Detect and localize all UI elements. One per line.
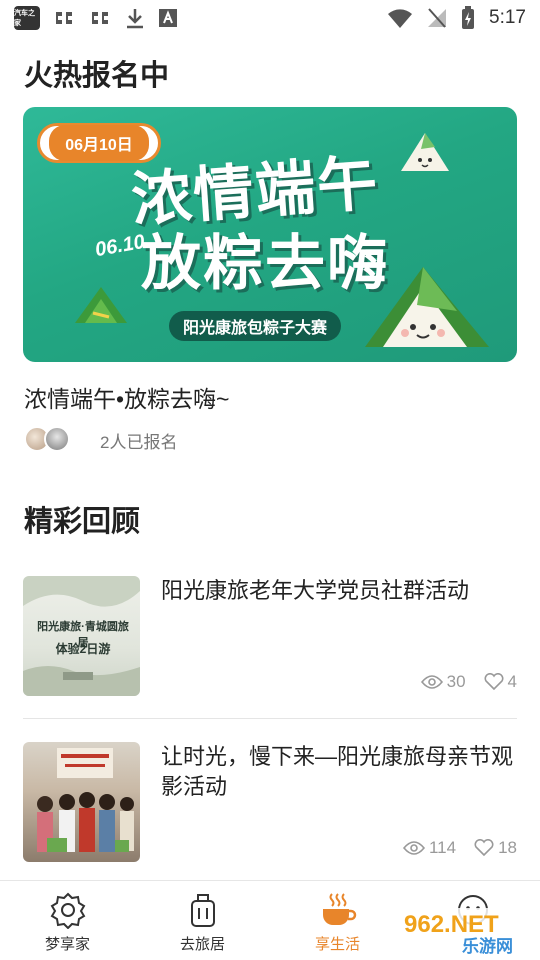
banner-headline-2: 放粽去嗨 (141, 229, 389, 299)
tab-label: 享生活 (314, 936, 360, 953)
review-section-title: 精彩回顾 (24, 506, 141, 538)
tab-label: 梦享家 (44, 936, 90, 953)
event-banner[interactable]: 06月10日 浓情端午 放粽去嗨 06.10 阳光康旅包粽子大赛 (23, 107, 517, 362)
font-a-icon (159, 9, 177, 27)
site-watermark-logo: 962.NET 乐游网 (400, 908, 536, 956)
wifi-icon (388, 9, 413, 28)
divider (23, 718, 517, 719)
eye-icon (402, 841, 425, 855)
gear-icon (50, 892, 85, 929)
no-signal-icon (428, 8, 447, 28)
list-item[interactable]: 阳光康旅·青城圆旅居 体验2日游 阳光康旅老年大学党员社群活动 30 4 (23, 576, 517, 698)
tab-enjoy-life[interactable]: 享生活 (270, 881, 405, 960)
heart-icon[interactable] (484, 673, 504, 691)
app-notification-icon: 汽车之家 (14, 6, 40, 30)
like-count: 18 (498, 838, 517, 857)
bug-icon (92, 12, 108, 24)
battery-charging-icon (462, 6, 475, 29)
banner-date-art: 06.10 (93, 230, 147, 262)
item-stats: 114 18 (393, 838, 517, 858)
item-title: 阳光康旅老年大学党员社群活动 (161, 578, 470, 603)
svg-text:962.NET: 962.NET (404, 911, 499, 938)
avatar (44, 426, 70, 452)
banner-subtitle: 阳光康旅包粽子大赛 (169, 311, 342, 341)
view-count: 114 (428, 838, 457, 857)
status-bar: 汽车之家 5:17 (0, 0, 540, 36)
coffee-cup-icon (322, 893, 356, 925)
svg-text:乐游网: 乐游网 (462, 936, 513, 956)
list-item[interactable]: 让时光，慢下来—阳光康旅母亲节观影活动 114 18 (23, 742, 517, 864)
tab-dream-home[interactable]: 梦享家 (0, 881, 135, 960)
item-thumbnail: 阳光康旅·青城圆旅居 体验2日游 (23, 576, 140, 696)
signup-count: 2人已报名 (100, 433, 178, 452)
download-icon (127, 9, 143, 29)
participant-avatars (24, 426, 74, 452)
view-count: 30 (446, 672, 466, 691)
item-thumbnail (23, 742, 140, 862)
eye-icon (420, 675, 443, 689)
zongzi-leaf-icon (75, 287, 127, 323)
tab-travel[interactable]: 去旅居 (135, 881, 270, 960)
like-count: 4 (507, 672, 517, 691)
zongzi-character-icon (365, 267, 489, 347)
luggage-icon (190, 894, 215, 927)
tab-label: 去旅居 (179, 936, 225, 953)
event-title[interactable]: 浓情端午•放粽去嗨~ (24, 380, 229, 414)
heart-icon[interactable] (474, 839, 494, 857)
item-title: 让时光，慢下来—阳光康旅母亲节观影活动 (161, 744, 514, 799)
clock: 5:17 (489, 7, 526, 28)
bug-icon (56, 12, 72, 24)
hot-section-title: 火热报名中 (24, 60, 170, 92)
item-stats: 30 4 (411, 672, 517, 692)
zongzi-character-icon (401, 133, 449, 171)
